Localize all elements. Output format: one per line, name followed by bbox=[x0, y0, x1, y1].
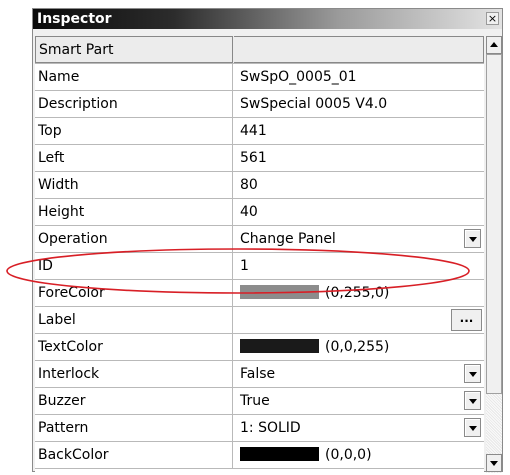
property-row-operation[interactable]: Operation Change Panel bbox=[35, 226, 484, 253]
scroll-thumb[interactable] bbox=[486, 54, 502, 394]
property-grid: Smart Part Name SwSpO_0005_01 Descriptio… bbox=[35, 36, 484, 473]
property-name: Description bbox=[35, 91, 233, 117]
property-value-field[interactable]: 561 bbox=[234, 145, 484, 171]
inspector-window: Inspector × Smart Part Name SwSpO_0005_0… bbox=[32, 8, 503, 473]
window-title: Inspector bbox=[37, 11, 112, 27]
scroll-down-arrow-icon[interactable] bbox=[486, 454, 502, 472]
property-value-field[interactable]: True bbox=[234, 388, 484, 414]
interlock-dropdown-button[interactable] bbox=[464, 364, 481, 383]
property-row-top[interactable]: Top 441 bbox=[35, 118, 484, 145]
property-row-width[interactable]: Width 80 bbox=[35, 172, 484, 199]
property-row-pattern[interactable]: Pattern 1: SOLID bbox=[35, 415, 484, 442]
forecolor-swatch bbox=[240, 285, 319, 299]
operation-dropdown-button[interactable] bbox=[464, 229, 481, 248]
property-value-field[interactable]: (0,255,0) bbox=[234, 280, 484, 306]
property-row-buzzer[interactable]: Buzzer True bbox=[35, 388, 484, 415]
property-name: Interlock bbox=[35, 361, 233, 387]
property-name: Left bbox=[35, 145, 233, 171]
property-row-left[interactable]: Left 561 bbox=[35, 145, 484, 172]
textcolor-value: (0,0,255) bbox=[325, 339, 390, 355]
property-row-forecolor[interactable]: ForeColor (0,255,0) bbox=[35, 280, 484, 307]
property-row-label[interactable]: Label ... bbox=[35, 307, 484, 334]
property-row-description[interactable]: Description SwSpecial 0005 V4.0 bbox=[35, 91, 484, 118]
property-value-field[interactable]: (0,0,255) bbox=[234, 334, 484, 360]
property-row-interlock[interactable]: Interlock False bbox=[35, 361, 484, 388]
pattern-dropdown-button[interactable] bbox=[464, 418, 481, 437]
property-value-field[interactable]: 1 bbox=[234, 253, 484, 279]
property-name: Pattern bbox=[35, 415, 233, 441]
backcolor-value: (0,0,0) bbox=[325, 447, 372, 463]
property-name: Top bbox=[35, 118, 233, 144]
close-button[interactable]: × bbox=[486, 12, 499, 25]
property-row-backcolor[interactable]: BackColor (0,0,0) bbox=[35, 442, 484, 469]
property-name: Width bbox=[35, 172, 233, 198]
buzzer-dropdown-button[interactable] bbox=[464, 391, 481, 410]
property-name: BackColor bbox=[35, 442, 233, 468]
property-value-field[interactable] bbox=[234, 307, 484, 333]
forecolor-value: (0,255,0) bbox=[325, 285, 390, 301]
property-value-field[interactable]: SwSpecial 0005 V4.0 bbox=[234, 91, 484, 117]
property-name: Name bbox=[35, 64, 233, 90]
property-value-field[interactable]: 40 bbox=[234, 199, 484, 225]
property-row-height[interactable]: Height 40 bbox=[35, 199, 484, 226]
property-name: Buzzer bbox=[35, 388, 233, 414]
property-value-field[interactable]: 1: SOLID bbox=[234, 415, 484, 441]
scroll-up-arrow-icon[interactable] bbox=[486, 36, 502, 54]
property-value-field[interactable]: SwSpO_0005_01 bbox=[234, 64, 484, 90]
property-value-field[interactable]: False bbox=[234, 361, 484, 387]
property-row-textcolor[interactable]: TextColor (0,0,255) bbox=[35, 334, 484, 361]
property-name: ForeColor bbox=[35, 280, 233, 306]
section-header-value bbox=[234, 36, 484, 63]
textcolor-swatch bbox=[240, 339, 319, 353]
property-value-field[interactable]: 80 bbox=[234, 172, 484, 198]
property-value-field[interactable]: 441 bbox=[234, 118, 484, 144]
property-name: Height bbox=[35, 199, 233, 225]
property-value-field[interactable]: (0,0,0) bbox=[234, 442, 484, 468]
section-header[interactable]: Smart Part bbox=[35, 36, 484, 64]
property-name: Operation bbox=[35, 226, 233, 252]
property-name: TextColor bbox=[35, 334, 233, 360]
property-name: ID bbox=[35, 253, 233, 279]
vertical-scrollbar[interactable] bbox=[486, 36, 502, 473]
section-header-label: Smart Part bbox=[35, 36, 233, 63]
property-row-id[interactable]: ID 1 bbox=[35, 253, 484, 280]
title-bar[interactable]: Inspector × bbox=[33, 9, 502, 29]
property-name: Label bbox=[35, 307, 233, 333]
property-value-field[interactable]: Change Panel bbox=[234, 226, 484, 252]
property-row-name[interactable]: Name SwSpO_0005_01 bbox=[35, 64, 484, 91]
backcolor-swatch bbox=[240, 447, 319, 461]
label-ellipsis-button[interactable]: ... bbox=[451, 309, 482, 331]
